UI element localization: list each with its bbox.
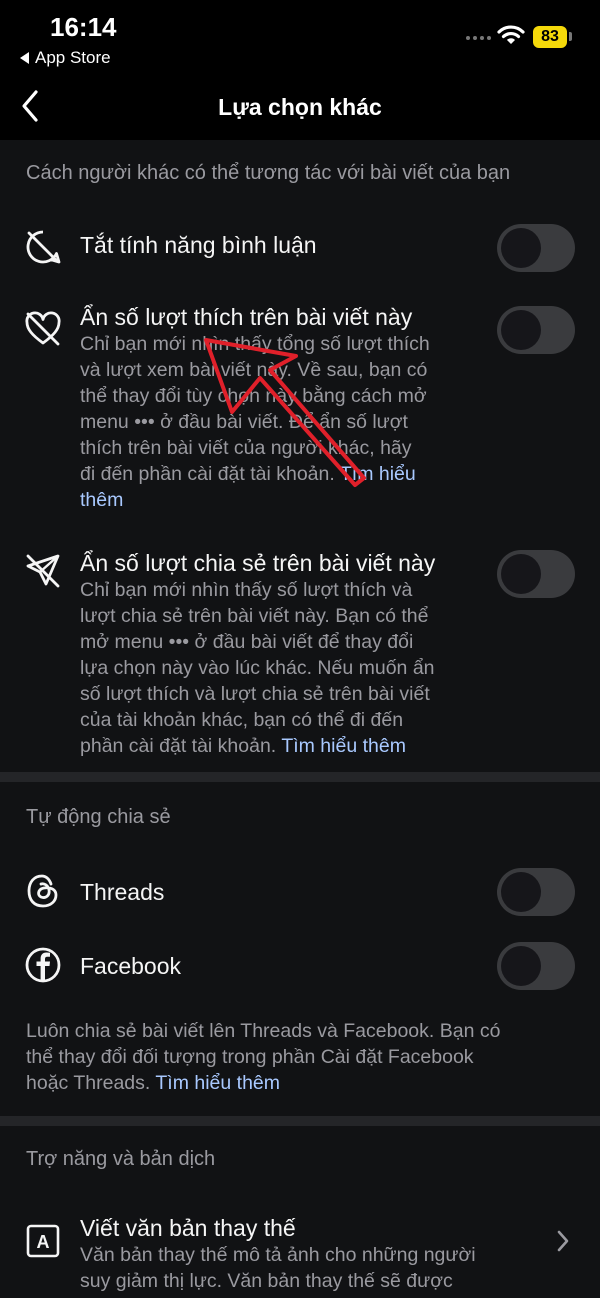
comment-off-icon (26, 230, 61, 264)
learn-more-link[interactable]: Tìm hiểu thêm (281, 735, 406, 757)
wifi-icon (497, 25, 525, 44)
heart-off-icon (25, 311, 61, 346)
row-title: Ẩn số lượt chia sẻ trên bài viết này (80, 550, 436, 576)
toggle-switch[interactable] (497, 306, 575, 354)
status-bar: 16:14 App Store 83 (0, 0, 600, 72)
learn-more-link[interactable]: Tìm hiểu (340, 463, 416, 485)
toggle-switch[interactable] (497, 868, 575, 916)
page-title: Lựa chọn khác (218, 94, 382, 120)
battery-indicator: 83 (533, 26, 567, 48)
toggle-switch[interactable] (497, 224, 575, 272)
battery-tip (569, 32, 572, 41)
alt-text-icon: A (26, 1224, 60, 1258)
back-app-label: App Store (35, 48, 111, 67)
row-description: Văn bản thay thế mô tả ảnh cho những ngư… (80, 1244, 476, 1292)
svg-text:A: A (37, 1232, 50, 1252)
learn-more-link[interactable]: Tìm hiểu thêm (155, 1072, 280, 1094)
section-divider (0, 1116, 600, 1126)
autoshare-info-text: Luôn chia sẻ bài viết lên Threads và Fac… (26, 1020, 501, 1094)
row-title: Threads (80, 879, 165, 905)
row-title: Viết văn bản thay thế (80, 1215, 296, 1241)
learn-more-link-cont[interactable]: thêm (80, 489, 123, 511)
nav-header: Lựa chọn khác (0, 72, 600, 140)
cellular-signal-icon (466, 36, 491, 40)
row-title: Ẩn số lượt thích trên bài viết này (80, 304, 413, 330)
status-time: 16:14 (50, 12, 117, 42)
threads-icon (27, 874, 58, 908)
settings-content: Cách người khác có thể tương tác với bài… (0, 140, 600, 1298)
row-title: Facebook (80, 953, 182, 979)
back-triangle-icon (20, 52, 29, 64)
section-header-interactions: Cách người khác có thể tương tác với bài… (26, 162, 511, 184)
section-header-autoshare: Tự động chia sẻ (26, 806, 171, 828)
facebook-icon (25, 947, 61, 983)
toggle-switch[interactable] (497, 942, 575, 990)
back-to-app-store[interactable]: App Store (20, 48, 111, 68)
row-description: Chỉ bạn mới nhìn thấy số lượt thích và l… (80, 579, 435, 757)
toggle-switch[interactable] (497, 550, 575, 598)
chevron-right-icon (557, 1230, 569, 1252)
row-description: Chỉ bạn mới nhìn thấy tổng số lượt thích… (80, 333, 430, 511)
section-divider (0, 772, 600, 782)
section-header-accessibility: Trợ năng và bản dịch (26, 1148, 216, 1170)
row-title: Tắt tính năng bình luận (80, 232, 317, 258)
share-off-icon (26, 554, 60, 588)
